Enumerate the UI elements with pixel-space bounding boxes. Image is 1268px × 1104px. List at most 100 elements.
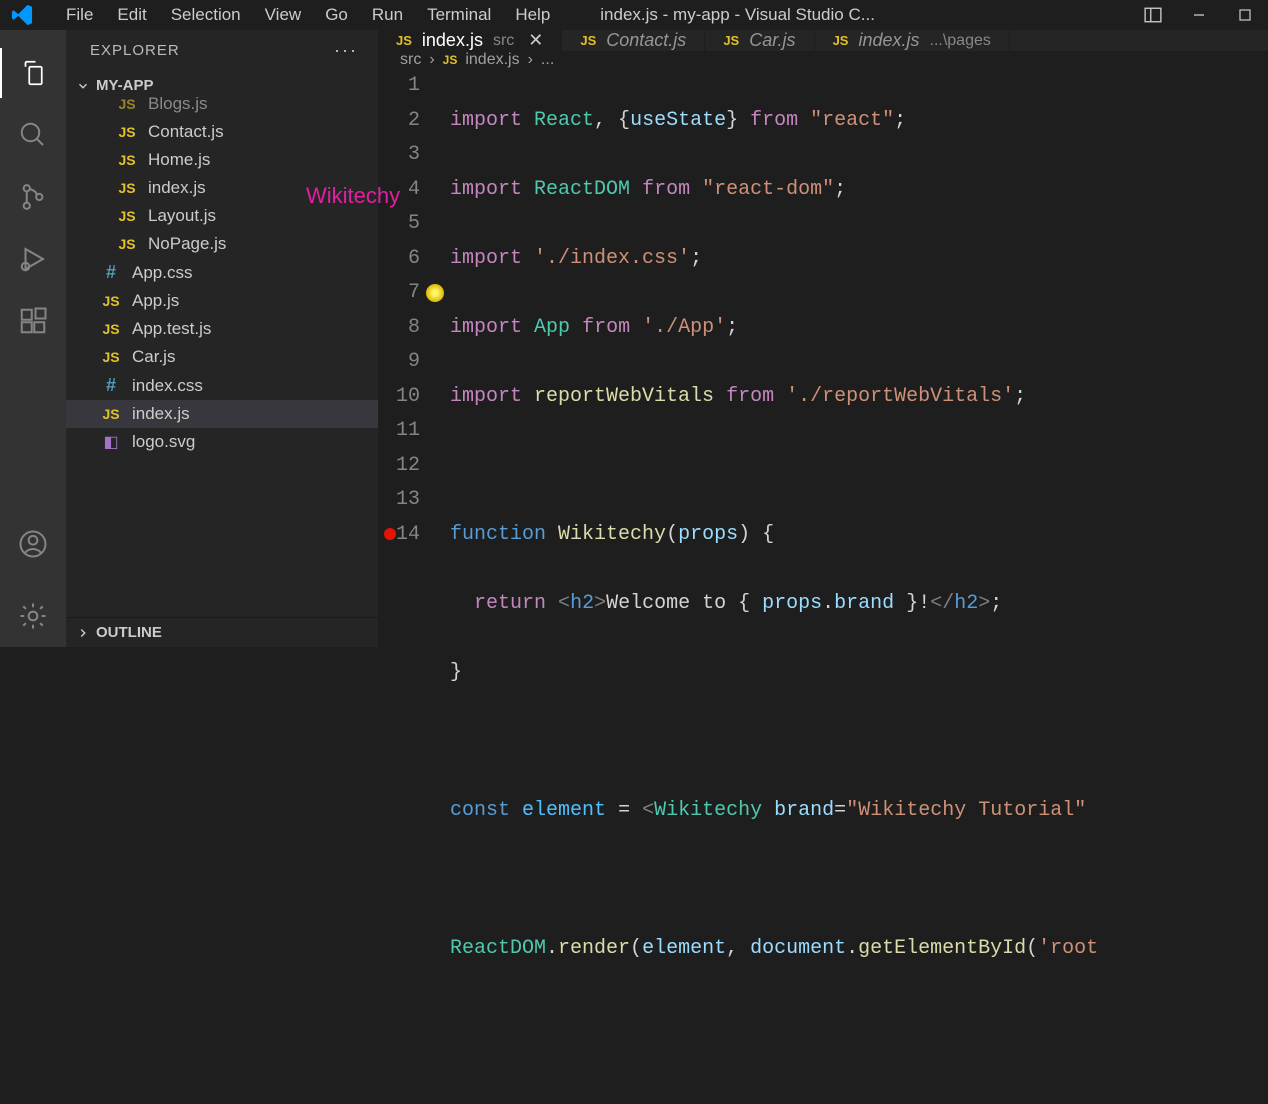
- breadcrumb-sep-icon: ›: [429, 51, 434, 69]
- outline-header[interactable]: OUTLINE: [66, 617, 378, 647]
- line-number: 6: [378, 242, 420, 277]
- file-name: index.js: [132, 404, 190, 424]
- minimize-button[interactable]: [1176, 0, 1222, 30]
- maximize-button[interactable]: [1222, 0, 1268, 30]
- file-tree-item[interactable]: JS Layout.js: [66, 202, 378, 230]
- search-icon[interactable]: [0, 104, 66, 166]
- file-name: App.css: [132, 263, 192, 283]
- outline-label: OUTLINE: [96, 624, 162, 641]
- file-name: Blogs.js: [148, 94, 208, 114]
- file-name: App.test.js: [132, 319, 211, 339]
- js-file-icon: JS: [114, 152, 140, 168]
- tab-path: src: [493, 32, 514, 50]
- editor-tab[interactable]: JSindex.jssrc✕: [378, 30, 562, 51]
- menubar: File Edit Selection View Go Run Terminal…: [0, 0, 1268, 30]
- editor-tabs: JSindex.jssrc✕JSContact.jsJSCar.jsJSinde…: [378, 30, 1268, 51]
- breadcrumb-folder: src: [400, 51, 421, 69]
- js-file-icon: JS: [396, 33, 412, 48]
- file-tree-item[interactable]: JSCar.js: [66, 343, 378, 371]
- source-control-icon[interactable]: [0, 166, 66, 228]
- file-tree-item[interactable]: JS Blogs.js: [66, 90, 378, 118]
- line-number: 3: [378, 138, 420, 173]
- file-tree-item[interactable]: ◧ logo.svg: [66, 428, 378, 456]
- run-debug-icon[interactable]: [0, 228, 66, 290]
- file-name: App.js: [132, 291, 179, 311]
- file-tree-item[interactable]: JS Home.js: [66, 146, 378, 174]
- menu-file[interactable]: File: [54, 1, 105, 29]
- breakpoint-icon[interactable]: [384, 528, 396, 540]
- editor-tab[interactable]: JS index.js ...\pages: [815, 30, 1010, 51]
- code-content[interactable]: import React, {useState} from "react"; i…: [450, 69, 1268, 1104]
- tab-label: index.js: [858, 30, 919, 51]
- explorer-header: EXPLORER ···: [66, 30, 378, 71]
- file-name: index.js: [148, 178, 206, 198]
- menu-run[interactable]: Run: [360, 1, 415, 29]
- line-number: 2: [378, 104, 420, 139]
- editor-area: JSindex.jssrc✕JSContact.jsJSCar.jsJSinde…: [378, 30, 1268, 647]
- tab-path: ...\pages: [930, 32, 991, 50]
- file-tree-item[interactable]: JS index.js: [66, 174, 378, 202]
- js-file-icon: JS: [114, 180, 140, 196]
- explorer-sidebar: EXPLORER ··· MY-APP JSBlogs.jsJSContact.…: [66, 30, 378, 647]
- svg-file-icon: ◧: [98, 432, 124, 452]
- js-file-icon: JS: [114, 124, 140, 140]
- css-file-icon: #: [98, 262, 124, 283]
- explorer-more-icon[interactable]: ···: [334, 40, 358, 61]
- file-name: Contact.js: [148, 122, 224, 142]
- activity-bar: [0, 30, 66, 647]
- js-file-icon: JS: [114, 208, 140, 224]
- js-file-icon: JS: [443, 53, 458, 67]
- file-name: index.css: [132, 376, 203, 396]
- line-number: 9: [378, 345, 420, 380]
- breadcrumb-tail: ...: [541, 51, 554, 69]
- menu-view[interactable]: View: [253, 1, 314, 29]
- line-number: 1: [378, 69, 420, 104]
- js-file-icon: JS: [98, 349, 124, 365]
- js-file-icon: JS: [98, 321, 124, 337]
- extensions-icon[interactable]: [0, 290, 66, 352]
- line-number: 13: [378, 483, 420, 518]
- line-number: 5: [378, 207, 420, 242]
- editor-tab[interactable]: JSContact.js: [562, 30, 705, 51]
- file-name: Layout.js: [148, 206, 216, 226]
- menu-help[interactable]: Help: [503, 1, 562, 29]
- editor-tab[interactable]: JS Car.js: [705, 30, 814, 51]
- code-editor[interactable]: 1234567891011121314 import React, {useSt…: [378, 69, 1268, 1104]
- js-file-icon: JS: [114, 236, 140, 252]
- file-name: logo.svg: [132, 432, 195, 452]
- settings-gear-icon[interactable]: [0, 585, 66, 647]
- js-file-icon: JS: [98, 293, 124, 309]
- menu-edit[interactable]: Edit: [105, 1, 158, 29]
- menu-selection[interactable]: Selection: [159, 1, 253, 29]
- file-tree-item[interactable]: # index.css: [66, 371, 378, 400]
- file-tree-item[interactable]: JS App.js: [66, 287, 378, 315]
- file-name: Home.js: [148, 150, 210, 170]
- close-tab-icon[interactable]: ✕: [528, 30, 543, 51]
- file-tree-item[interactable]: JS App.test.js: [66, 315, 378, 343]
- accounts-icon[interactable]: [0, 513, 66, 575]
- line-number-gutter: 1234567891011121314: [378, 69, 450, 1104]
- explorer-icon[interactable]: [0, 42, 66, 104]
- menu-terminal[interactable]: Terminal: [415, 1, 503, 29]
- line-number: 10: [378, 380, 420, 415]
- file-tree: JSBlogs.jsJSContact.jsJSHome.jsJSindex.j…: [66, 100, 378, 456]
- file-tree-item[interactable]: JS index.js: [66, 400, 378, 428]
- menu-go[interactable]: Go: [313, 1, 360, 29]
- breadcrumb-file: index.js: [465, 51, 519, 69]
- file-tree-item[interactable]: # App.css: [66, 258, 378, 287]
- file-tree-item[interactable]: JSNoPage.js: [66, 230, 378, 258]
- js-file-icon: JS: [723, 33, 739, 48]
- css-file-icon: #: [98, 375, 124, 396]
- line-number: 12: [378, 449, 420, 484]
- js-file-icon: JS: [114, 96, 140, 112]
- file-tree-item[interactable]: JS Contact.js: [66, 118, 378, 146]
- breadcrumb[interactable]: src › JS index.js › ...: [378, 51, 1268, 69]
- layout-icon[interactable]: [1130, 0, 1176, 30]
- tab-label: Car.js: [749, 30, 795, 51]
- line-number: 7: [378, 276, 420, 311]
- line-number: 11: [378, 414, 420, 449]
- js-file-icon: JS: [833, 33, 849, 48]
- tab-label: Contact.js: [606, 30, 686, 51]
- vscode-logo-icon: [8, 1, 36, 29]
- js-file-icon: JS: [98, 406, 124, 422]
